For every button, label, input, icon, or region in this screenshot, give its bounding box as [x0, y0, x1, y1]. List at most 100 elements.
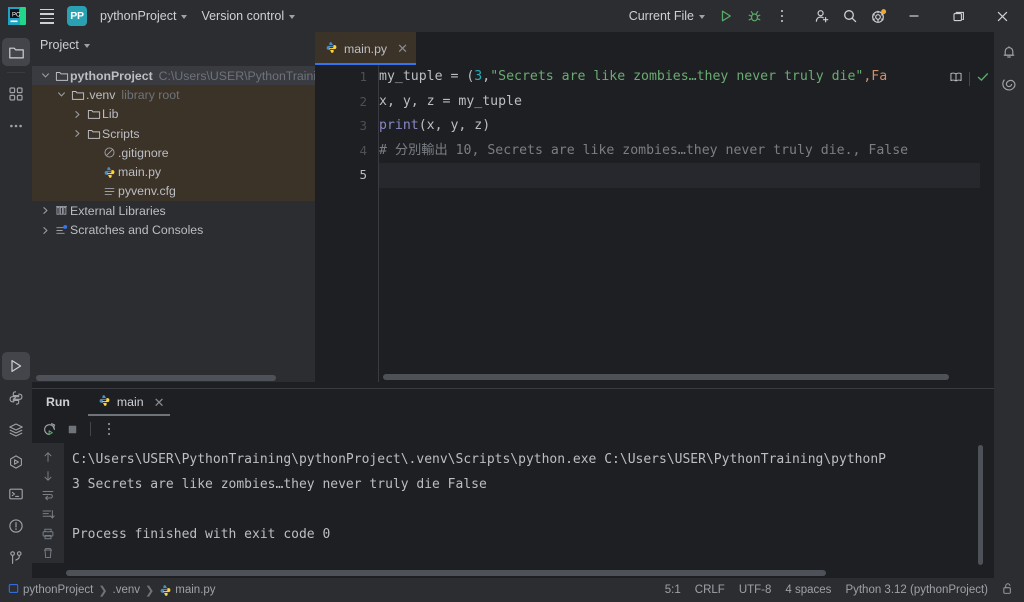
rerun-button[interactable] — [38, 418, 60, 440]
sidebar-item-terminal[interactable] — [2, 480, 30, 508]
run-window-title: Run — [46, 395, 70, 409]
editor-tab-close-icon[interactable]: ✕ — [397, 42, 408, 55]
project-tool-window-header[interactable]: Project — [32, 32, 315, 58]
line-number: 4 — [359, 142, 367, 158]
code-token: (x, y, z) — [418, 118, 491, 133]
lock-open-icon[interactable] — [1002, 582, 1014, 598]
sidebar-item-python-packages[interactable] — [2, 384, 30, 412]
sidebar-item-structure[interactable] — [2, 80, 30, 108]
code-token: x, y, z = my_tuple — [379, 93, 522, 109]
caret-position[interactable]: 5:1 — [665, 584, 681, 596]
editor-horizontal-scrollbar[interactable] — [383, 374, 949, 380]
window-minimize-icon[interactable] — [892, 0, 936, 32]
breadcrumb-separator: ❯ — [98, 584, 108, 597]
console-horizontal-scrollbar[interactable] — [66, 570, 826, 576]
sidebar-item-python-console[interactable] — [2, 416, 30, 444]
chevron-down-icon — [181, 14, 188, 19]
sidebar-item-version-control[interactable] — [2, 544, 30, 572]
editor-inline-hints — [945, 68, 994, 90]
code-line[interactable]: x, y, z = my_tuple — [379, 90, 994, 115]
run-tab-close-icon[interactable]: ✕ — [154, 396, 165, 409]
stop-button[interactable] — [61, 418, 83, 440]
tree-node-mainpy[interactable]: main.py — [32, 162, 315, 182]
soft-wrap-icon[interactable] — [37, 486, 59, 505]
project-file-tree[interactable]: pythonProject C:\Users\USER\PythonTrainin… — [32, 58, 370, 240]
chevron-right-icon[interactable] — [38, 226, 53, 235]
tree-node-scripts[interactable]: Scripts — [32, 123, 315, 144]
tree-node-scratches[interactable]: Scratches and Consoles — [32, 220, 315, 239]
code-line[interactable]: print(x, y, z) — [379, 114, 994, 139]
tree-node-pythonproject[interactable]: pythonProject C:\Users\USER\PythonTrainin… — [32, 66, 370, 86]
run-toolbar — [32, 416, 994, 442]
code-editor[interactable]: 1 2 3 4 5 my_tuple = (3,"Secrets are like zo… — [315, 65, 994, 382]
window-maximize-icon[interactable] — [936, 0, 980, 32]
scroll-up-button[interactable] — [37, 447, 59, 466]
folder-icon — [53, 69, 70, 83]
debug-bug-icon[interactable] — [740, 2, 768, 30]
run-configuration-selector[interactable]: Current File — [622, 4, 712, 28]
python-interpreter[interactable]: Python 3.12 (pythonProject) — [845, 584, 988, 596]
add-user-icon[interactable] — [808, 2, 836, 30]
code-text[interactable]: my_tuple = (3,"Secrets are like zombies…… — [379, 65, 994, 188]
project-icon — [8, 583, 19, 597]
chevron-down-icon — [83, 43, 90, 48]
scroll-to-end-icon[interactable] — [37, 505, 59, 524]
console-output[interactable]: C:\Users\USER\PythonTraining\pythonProje… — [64, 443, 994, 563]
run-tab-main[interactable]: main ✕ — [87, 388, 171, 416]
scroll-down-button[interactable] — [37, 466, 59, 485]
tree-node-external-libraries[interactable]: External Libraries — [32, 201, 315, 220]
breadcrumb-file[interactable]: main.py — [159, 584, 216, 596]
breadcrumb-venv[interactable]: .venv — [113, 584, 141, 596]
printer-icon[interactable] — [37, 524, 59, 543]
sidebar-horizontal-scrollbar[interactable] — [36, 375, 276, 381]
tree-node-label: .gitignore — [118, 145, 169, 160]
console-gutter-toolbar — [32, 443, 64, 563]
code-line[interactable] — [379, 163, 994, 188]
sidebar-item-services[interactable] — [2, 448, 30, 476]
version-control-widget[interactable]: Version control — [194, 4, 302, 28]
tree-node-venv[interactable]: .venv library root — [32, 85, 315, 105]
sidebar-item-run[interactable] — [2, 352, 30, 380]
chevron-right-icon[interactable] — [38, 206, 53, 215]
editor-gutter[interactable]: 1 2 3 4 5 — [315, 65, 379, 382]
breadcrumb-label: pythonProject — [23, 584, 94, 596]
search-magnifier-icon[interactable] — [836, 2, 864, 30]
tree-node-lib[interactable]: Lib — [32, 104, 315, 124]
sidebar-item-project[interactable] — [2, 38, 30, 66]
sidebar-item-problems[interactable] — [2, 512, 30, 540]
gear-icon[interactable] — [864, 2, 892, 30]
main-menu-hamburger-icon[interactable] — [33, 2, 61, 30]
console-vertical-scrollbar[interactable] — [978, 445, 983, 565]
code-line[interactable]: my_tuple = (3,"Secrets are like zombies…… — [379, 65, 994, 90]
line-number: 3 — [359, 118, 367, 133]
line-separator[interactable]: CRLF — [695, 584, 725, 596]
breadcrumb[interactable]: pythonProject ❯ .venv ❯ main.py — [0, 583, 216, 597]
notifications-bell-icon[interactable] — [995, 38, 1023, 66]
inspection-strip[interactable] — [980, 65, 994, 382]
project-selector[interactable]: pythonProject — [93, 4, 194, 28]
run-more-vertical-icon[interactable] — [98, 418, 120, 440]
file-encoding[interactable]: UTF-8 — [739, 584, 772, 596]
book-open-icon[interactable] — [949, 70, 963, 89]
editor-tab-mainpy[interactable]: main.py ✕ — [315, 32, 416, 65]
window-close-icon[interactable] — [980, 0, 1024, 32]
run-button[interactable] — [712, 2, 740, 30]
breadcrumb-project[interactable]: pythonProject — [8, 583, 93, 597]
scratches-icon — [53, 224, 70, 237]
chevron-right-icon[interactable] — [70, 129, 85, 138]
ai-assistant-spiral-icon[interactable] — [995, 70, 1023, 98]
chevron-down-icon[interactable] — [38, 71, 53, 80]
trash-icon[interactable] — [37, 544, 59, 563]
tree-node-pyvenvcfg[interactable]: pyvenv.cfg — [32, 181, 315, 202]
code-line[interactable]: # 分別輸出 10, Secrets are like zombies…they… — [379, 139, 994, 164]
code-token: ,Fa — [863, 69, 888, 84]
indent-setting[interactable]: 4 spaces — [785, 584, 831, 596]
chevron-right-icon[interactable] — [70, 110, 85, 119]
checkmark-icon[interactable] — [976, 70, 990, 89]
chevron-down-icon[interactable] — [54, 90, 69, 99]
tree-node-gitignore[interactable]: .gitignore — [32, 143, 315, 163]
sidebar-item-more[interactable] — [2, 112, 30, 140]
more-vertical-icon[interactable] — [768, 2, 796, 30]
right-activity-bar — [994, 32, 1024, 578]
gitignore-circle-slash-icon — [101, 146, 118, 159]
